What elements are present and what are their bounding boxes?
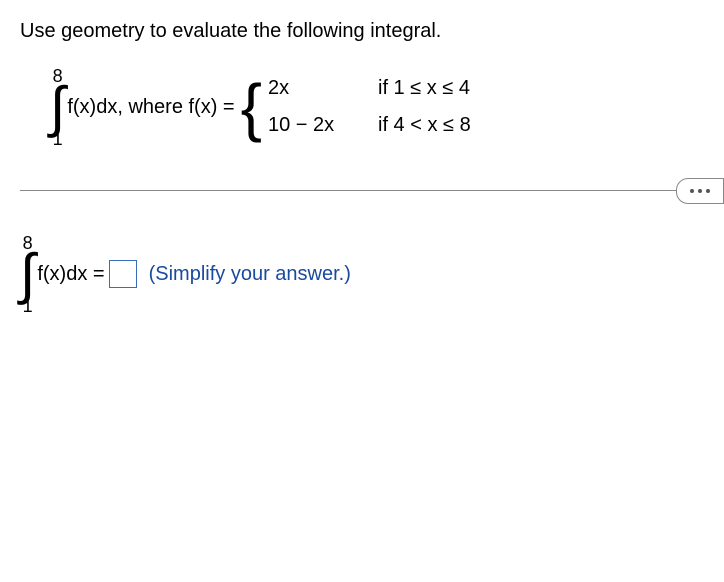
left-brace: { xyxy=(241,79,262,137)
answer-integral-sign: ∫ xyxy=(20,252,35,297)
more-options-button[interactable] xyxy=(676,178,724,204)
case-row-1: 2x if 1 ≤ x ≤ 4 xyxy=(268,77,471,100)
answer-input[interactable] xyxy=(109,260,137,288)
answer-lower-bound: 1 xyxy=(23,297,33,315)
answer-hint: (Simplify your answer.) xyxy=(149,263,351,286)
case-row-2: 10 − 2x if 4 < x ≤ 8 xyxy=(268,114,471,137)
case-expr-1: 2x xyxy=(268,77,378,100)
answer-row: 8 ∫ 1 f(x)dx = (Simplify your answer.) xyxy=(20,234,704,315)
problem-prompt: Use geometry to evaluate the following i… xyxy=(20,20,704,43)
ellipsis-icon xyxy=(690,189,710,193)
divider-row xyxy=(20,178,704,204)
integral-sign: ∫ xyxy=(50,85,65,130)
integral-definition: 8 ∫ 1 f(x)dx, where f(x) = { 2x if 1 ≤ x… xyxy=(50,67,704,148)
case-cond-2: if 4 < x ≤ 8 xyxy=(378,114,471,137)
integral-symbol-group: 8 ∫ 1 xyxy=(50,67,65,148)
where-label: where f(x) = xyxy=(128,96,234,118)
answer-integrand: f(x)dx = xyxy=(37,263,104,286)
lower-bound: 1 xyxy=(53,130,63,148)
prompt-text: Use geometry to evaluate the following i… xyxy=(20,20,441,42)
divider-line xyxy=(20,190,676,191)
integrand-text: f(x)dx, where f(x) = xyxy=(67,96,234,119)
answer-integral-symbol-group: 8 ∫ 1 xyxy=(20,234,35,315)
case-cond-1: if 1 ≤ x ≤ 4 xyxy=(378,77,470,100)
case-expr-2: 10 − 2x xyxy=(268,114,378,137)
piecewise-definition: { 2x if 1 ≤ x ≤ 4 10 − 2x if 4 < x ≤ 8 xyxy=(241,77,471,137)
